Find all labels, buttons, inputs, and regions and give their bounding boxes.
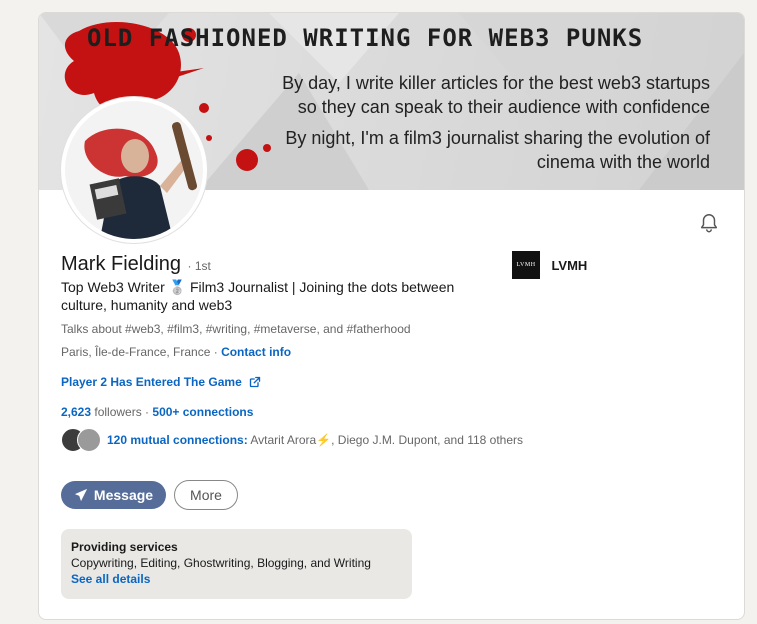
mutual-text: 120 mutual connections: Avtarit Arora⚡, …	[107, 433, 523, 447]
name-row: Mark Fielding · 1st	[61, 253, 211, 276]
followers-label: followers	[91, 405, 142, 419]
connections-link[interactable]: 500+ connections	[152, 405, 253, 419]
mutual-avatar	[77, 428, 101, 452]
profile-card: OLD FASHIONED WRITING FOR WEB3 PUNKS By …	[38, 12, 745, 620]
location-row: Paris, Île-de-France, France · Contact i…	[61, 345, 291, 359]
location-separator: ·	[210, 345, 222, 359]
talks-about: Talks about #web3, #film3, #writing, #me…	[61, 322, 411, 336]
banner-title: OLD FASHIONED WRITING FOR WEB3 PUNKS	[87, 24, 644, 52]
banner-line-3: By night, I'm a film3 journalist sharing…	[285, 128, 710, 148]
message-button-label: Message	[93, 487, 154, 503]
more-button[interactable]: More	[174, 480, 238, 510]
company-name[interactable]: LVMH	[551, 258, 587, 273]
website-link-text[interactable]: Player 2 Has Entered The Game	[61, 375, 242, 389]
connection-degree: · 1st	[187, 259, 211, 273]
send-icon	[74, 488, 88, 502]
mutual-names: Avtarit Arora⚡, Diego J.M. Dupont, and 1…	[247, 433, 524, 447]
company-logo[interactable]: LVMH	[512, 251, 540, 279]
message-button[interactable]: Message	[61, 481, 166, 509]
contact-info-link[interactable]: Contact info	[221, 345, 291, 359]
connections-separator: ·	[141, 405, 153, 419]
services-title: Providing services	[71, 540, 178, 554]
followers-count[interactable]: 2,623	[61, 405, 91, 419]
followers-connections: 2,623 followers · 500+ connections	[61, 405, 253, 419]
services-list: Copywriting, Editing, Ghostwriting, Blog…	[71, 556, 371, 570]
profile-headline: Top Web3 Writer 🥈 Film3 Journalist | Joi…	[61, 279, 455, 313]
profile-photo[interactable]	[61, 97, 207, 243]
website-link[interactable]: Player 2 Has Entered The Game	[61, 375, 261, 389]
current-company[interactable]: LVMH LVMH	[512, 251, 587, 279]
banner-line-4: cinema with the world	[536, 152, 710, 172]
profile-name: Mark Fielding	[61, 253, 182, 275]
banner-line-2: so they can speak to their audience with…	[297, 97, 710, 117]
services-box[interactable]: Providing services Copywriting, Editing,…	[61, 529, 412, 599]
mutual-avatars	[61, 428, 103, 452]
location-text: Paris, Île-de-France, France	[61, 345, 211, 359]
bell-icon[interactable]	[698, 212, 720, 234]
see-all-details-link[interactable]: See all details	[71, 572, 402, 586]
mutual-count[interactable]: 120 mutual connections:	[107, 433, 248, 447]
external-link-icon	[249, 376, 261, 388]
banner-line-1: By day, I write killer articles for the …	[282, 73, 710, 93]
